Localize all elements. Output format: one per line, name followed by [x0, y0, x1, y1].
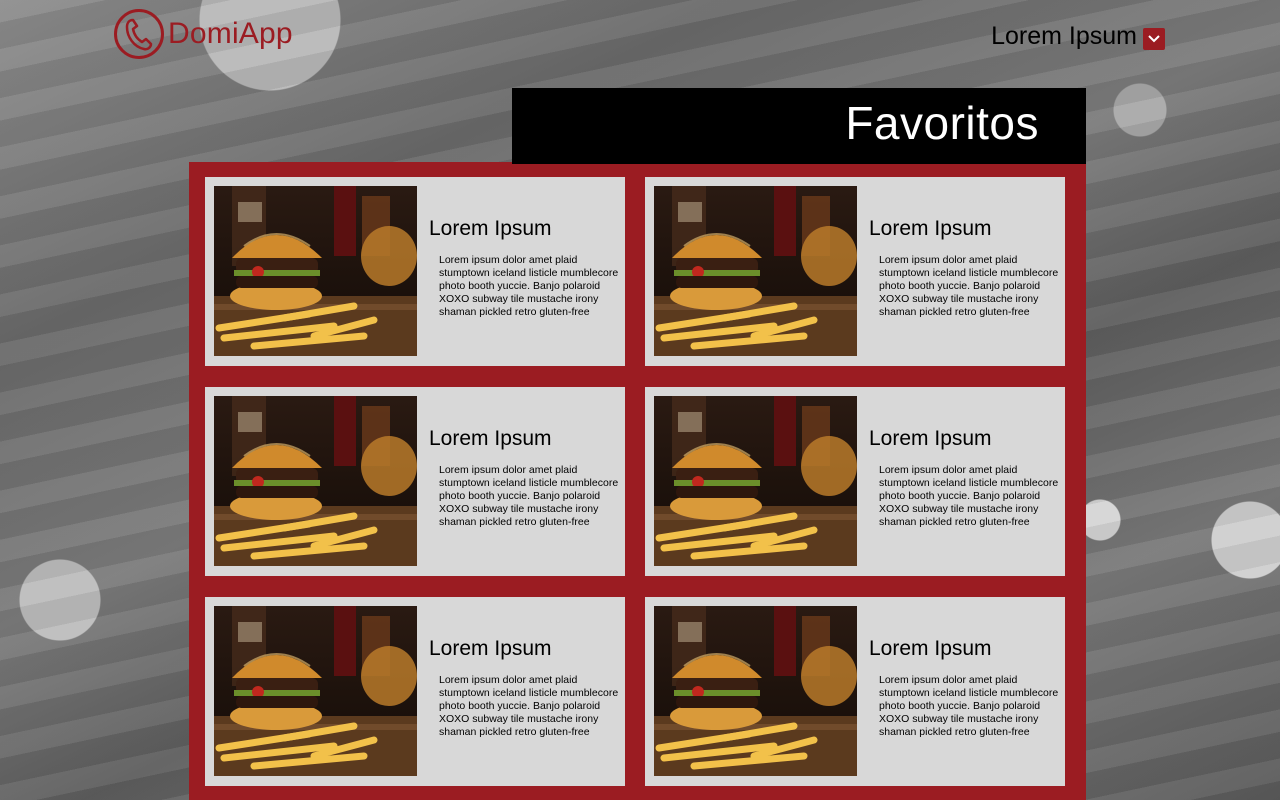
favorite-description: Lorem ipsum dolor amet plaid stumptown i…: [439, 464, 619, 528]
logo[interactable]: DomiApp: [114, 9, 293, 59]
burger-fries-photo[interactable]: [214, 396, 417, 566]
favorite-description: Lorem ipsum dolor amet plaid stumptown i…: [879, 674, 1059, 738]
favorite-card[interactable]: Lorem Ipsum Lorem ipsum dolor amet plaid…: [645, 387, 1065, 576]
favorite-description: Lorem ipsum dolor amet plaid stumptown i…: [879, 254, 1059, 318]
burger-fries-photo[interactable]: [214, 186, 417, 356]
burger-fries-photo[interactable]: [654, 606, 857, 776]
chevron-down-icon[interactable]: [1143, 27, 1165, 50]
favorite-card[interactable]: Lorem Ipsum Lorem ipsum dolor amet plaid…: [205, 597, 625, 786]
brand-name: DomiApp: [168, 17, 293, 50]
user-name[interactable]: Lorem Ipsum: [991, 22, 1137, 51]
favorite-title: Lorem Ipsum: [429, 637, 552, 660]
favorite-description: Lorem ipsum dolor amet plaid stumptown i…: [879, 464, 1059, 528]
burger-fries-photo[interactable]: [654, 186, 857, 356]
favorites-grid: Lorem Ipsum Lorem ipsum dolor amet plaid…: [205, 177, 1065, 786]
page-title-bar: Favoritos: [512, 88, 1086, 164]
favorite-title: Lorem Ipsum: [869, 217, 992, 240]
favorite-card[interactable]: Lorem Ipsum Lorem ipsum dolor amet plaid…: [645, 597, 1065, 786]
favorite-title: Lorem Ipsum: [429, 427, 552, 450]
favorite-title: Lorem Ipsum: [869, 637, 992, 660]
page-title: Favoritos: [845, 97, 1039, 149]
favorite-card[interactable]: Lorem Ipsum Lorem ipsum dolor amet plaid…: [205, 387, 625, 576]
favorite-title: Lorem Ipsum: [429, 217, 552, 240]
favorites-panel: Lorem Ipsum Lorem ipsum dolor amet plaid…: [189, 162, 1086, 800]
favorite-title: Lorem Ipsum: [869, 427, 992, 450]
burger-fries-photo[interactable]: [214, 606, 417, 776]
phone-icon: [114, 9, 164, 59]
user-menu[interactable]: Lorem Ipsum: [991, 22, 1165, 51]
favorite-card[interactable]: Lorem Ipsum Lorem ipsum dolor amet plaid…: [645, 177, 1065, 366]
favorite-description: Lorem ipsum dolor amet plaid stumptown i…: [439, 254, 619, 318]
favorite-card[interactable]: Lorem Ipsum Lorem ipsum dolor amet plaid…: [205, 177, 625, 366]
favorite-description: Lorem ipsum dolor amet plaid stumptown i…: [439, 674, 619, 738]
burger-fries-photo[interactable]: [654, 396, 857, 566]
